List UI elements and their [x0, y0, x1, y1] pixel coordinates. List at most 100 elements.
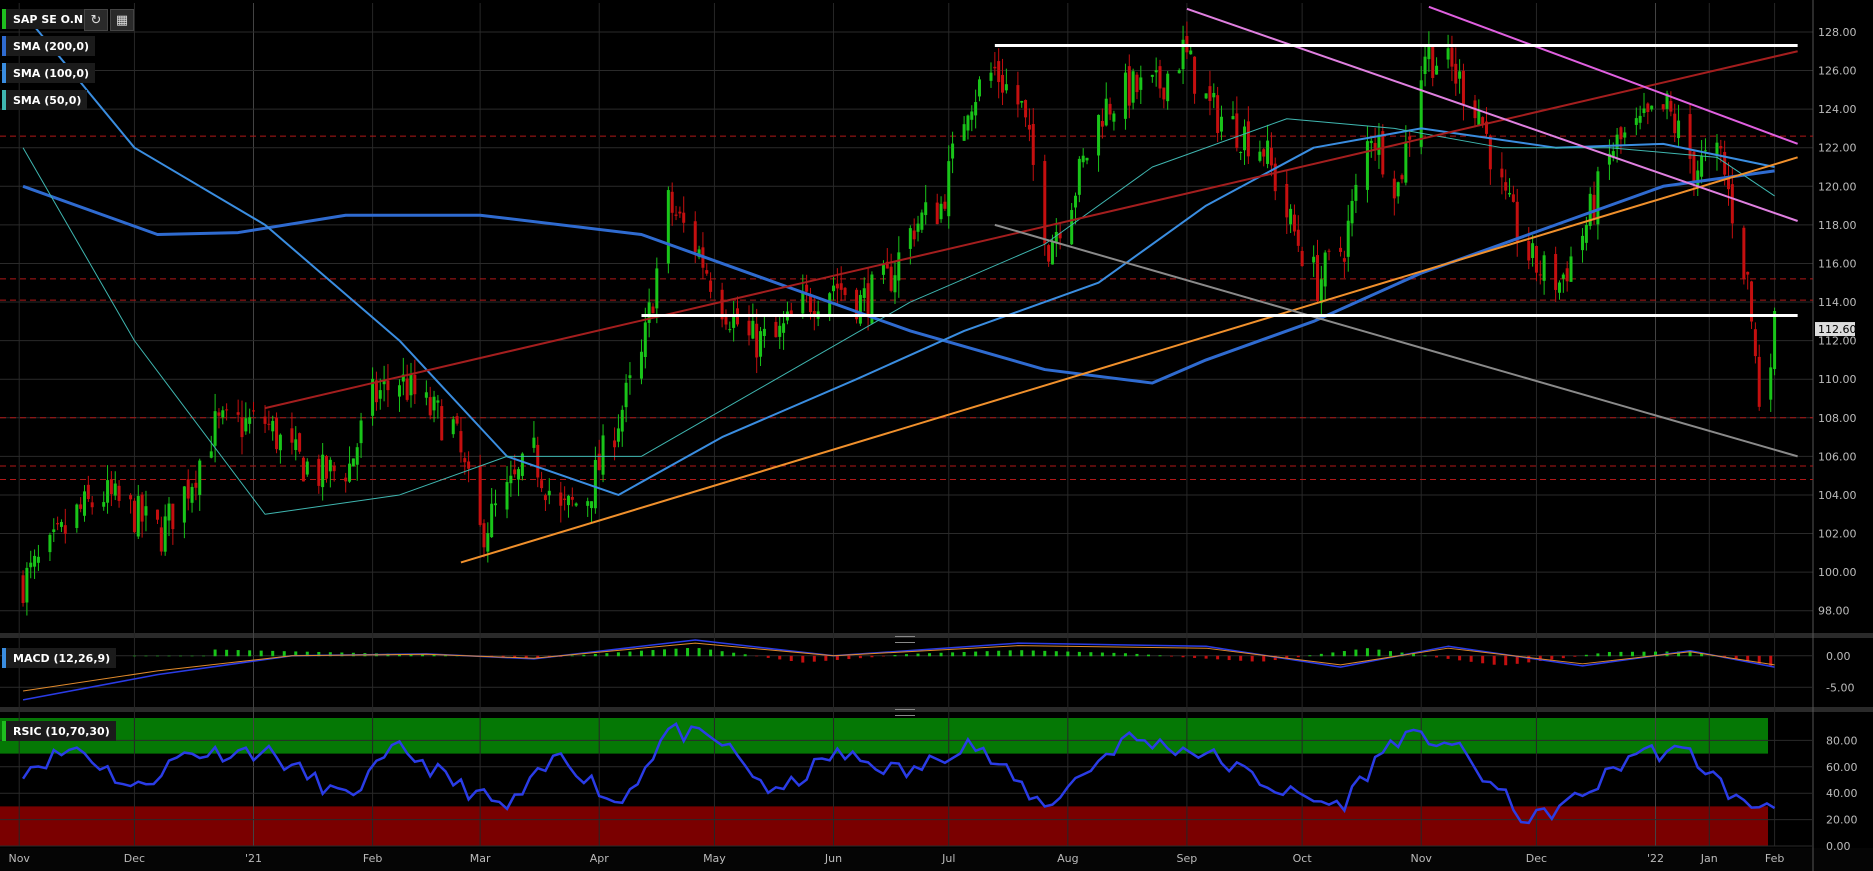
rsi-y-tick-label: 20.00	[1826, 814, 1858, 827]
y-tick-label: 106.00	[1818, 450, 1857, 463]
candle-body	[1243, 126, 1247, 151]
candle-body	[616, 428, 620, 442]
candle-body	[1623, 132, 1627, 138]
candle-body	[271, 420, 275, 432]
candle-body	[1504, 182, 1508, 191]
y-tick-label: 118.00	[1818, 219, 1857, 232]
legend-sma200[interactable]: SMA (200,0)	[2, 36, 96, 56]
candle-body	[728, 329, 732, 331]
candle-body	[490, 503, 494, 538]
candle-body	[1423, 56, 1427, 74]
pane-splitter-rsi[interactable]	[895, 709, 915, 716]
macd-y-tick-label: -5.00	[1826, 681, 1854, 694]
candle-body	[678, 211, 682, 214]
red-trend	[264, 50, 1798, 410]
candle-body	[52, 529, 56, 532]
candle-body	[221, 410, 225, 418]
macd-histogram-bar	[870, 655, 874, 658]
candle-body	[1527, 241, 1531, 261]
candle-body	[628, 375, 632, 378]
candle-body	[1557, 282, 1561, 293]
candle-body	[213, 411, 217, 446]
stock-chart[interactable]: Nov Dec '21 Feb Mar Apr May Jun Jul Aug Sep Oct Nov D…	[0, 0, 1873, 871]
macd-histogram-bar	[1043, 650, 1047, 657]
candle-body	[1369, 140, 1373, 144]
macd-histogram-bar	[962, 651, 966, 657]
candle-body	[1204, 93, 1208, 99]
candle-body	[1677, 120, 1681, 139]
candle-body	[1531, 243, 1535, 258]
candle-body	[1150, 74, 1154, 77]
candle-body	[782, 323, 786, 333]
candle-body	[1554, 254, 1558, 290]
macd-histogram-bar	[570, 655, 574, 657]
candle-body	[747, 320, 751, 336]
candle-body	[1354, 184, 1358, 201]
macd-histogram-bar	[1193, 655, 1197, 658]
candle-body	[324, 455, 328, 479]
candle-body	[1642, 108, 1646, 114]
chart-settings-icon[interactable]: ▦	[110, 9, 134, 31]
candle-body	[240, 417, 244, 438]
macd-histogram-bar	[1504, 655, 1508, 666]
macd-histogram-bar	[1262, 655, 1266, 662]
candle-body	[1719, 146, 1723, 149]
candle-body	[63, 525, 67, 534]
candle-body	[1050, 241, 1054, 265]
macd-histogram-bar	[893, 655, 897, 657]
y-tick-label: 112.00	[1818, 335, 1857, 348]
legend-macd[interactable]: MACD (12,26,9)	[2, 648, 117, 668]
legend-sma50[interactable]: SMA (50,0)	[2, 90, 88, 110]
legend-rsi[interactable]: RSIC (10,70,30)	[2, 721, 116, 741]
candle-body	[83, 491, 87, 516]
candle-body	[79, 504, 83, 509]
candle-body	[155, 509, 159, 520]
candle-body	[1327, 250, 1331, 252]
candle-body	[893, 275, 897, 293]
candle-body	[494, 503, 498, 506]
candle-body	[351, 458, 355, 467]
candle-body	[33, 555, 37, 567]
candle-body	[1323, 252, 1327, 287]
candle-body	[1074, 195, 1078, 208]
legend-macd-label: MACD (12,26,9)	[13, 651, 111, 665]
pane-splitter-macd[interactable]	[895, 636, 915, 643]
macd-histogram-bar	[1066, 651, 1070, 657]
macd-histogram-bar	[593, 653, 597, 657]
refresh-icon[interactable]: ↻	[84, 9, 108, 31]
candle-body	[1235, 113, 1239, 148]
macd-histogram-bar	[1239, 655, 1243, 661]
candle-body	[924, 202, 928, 216]
macd-histogram-bar	[1365, 648, 1369, 657]
candle-body	[1634, 118, 1638, 125]
macd-histogram-bar	[1296, 655, 1300, 658]
macd-histogram-bar	[1008, 650, 1012, 657]
candle-body	[1346, 220, 1350, 257]
symbol-tag[interactable]: SAP SE O.N.	[2, 9, 94, 29]
candle-body	[1565, 268, 1569, 282]
macd-histogram-bar	[801, 655, 805, 663]
candle-body	[1538, 274, 1542, 276]
legend-sma200-label: SMA (200,0)	[13, 39, 90, 53]
candle-body	[1246, 121, 1250, 157]
macd-histogram-bar	[1469, 655, 1473, 662]
candle-body	[1511, 194, 1515, 202]
macd-histogram-bar	[639, 650, 643, 657]
candle-body	[997, 61, 1001, 83]
candle-body	[1646, 103, 1650, 113]
macd-histogram-bar	[213, 649, 217, 657]
candle-body	[106, 480, 110, 503]
candle-body	[1757, 356, 1761, 407]
macd-histogram-bar	[663, 649, 667, 657]
candle-body	[1292, 214, 1296, 232]
candle-body	[190, 486, 194, 503]
candle-body	[321, 454, 325, 488]
macd-histogram-bar	[1146, 654, 1150, 657]
candle-body	[1561, 274, 1565, 279]
candle-body	[916, 223, 920, 232]
candle-body	[943, 201, 947, 209]
candle-body	[908, 228, 912, 249]
candle-body	[1458, 71, 1462, 79]
legend-sma100[interactable]: SMA (100,0)	[2, 63, 96, 83]
candle-body	[117, 485, 121, 501]
